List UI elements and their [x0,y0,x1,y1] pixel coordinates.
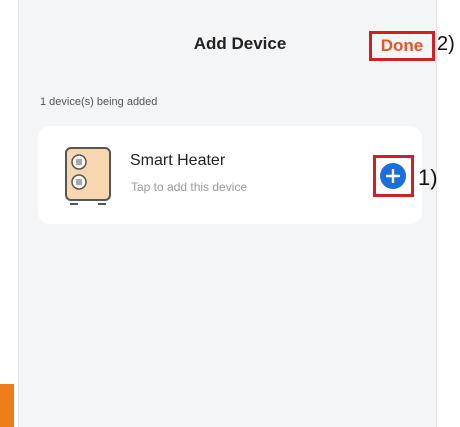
done-button-label: Done [380,36,424,55]
callout-label-2: 2) [437,33,455,55]
add-device-button[interactable] [380,163,406,189]
heater-icon [65,147,111,205]
callout-label-1: 1) [418,165,438,190]
device-name: Smart Heater [130,152,226,169]
device-add-hint: Tap to add this device [131,180,248,194]
plus-icon [386,169,400,183]
done-button[interactable]: Done [369,31,435,61]
side-tab-marker [0,384,14,427]
devices-being-added-caption: 1 device(s) being added [40,96,158,108]
